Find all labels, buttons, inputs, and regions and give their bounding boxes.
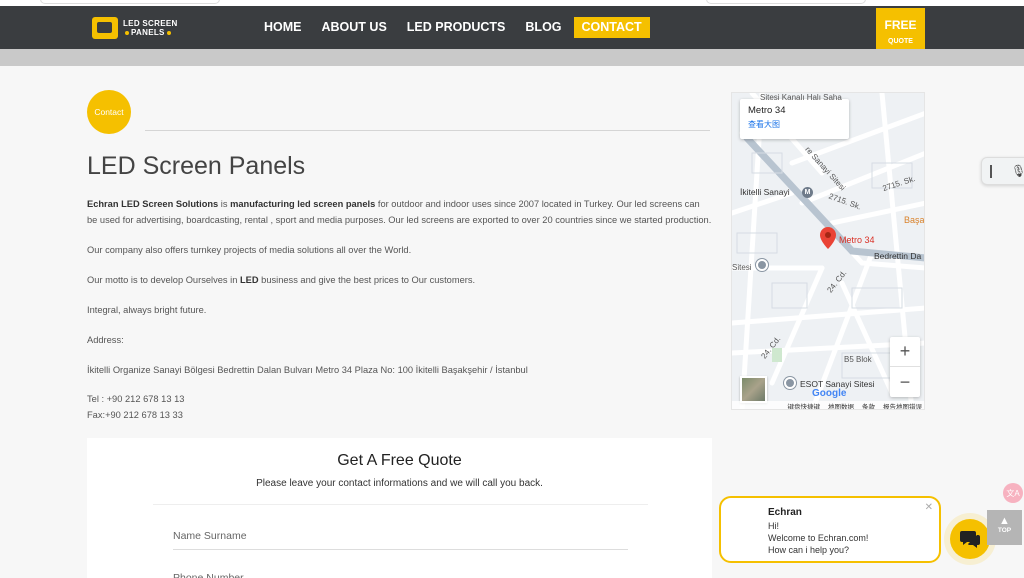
contact-badge: Contact [87, 90, 131, 134]
translate-icon[interactable]: 文A [1003, 483, 1023, 503]
chat-agent-name: Echran [768, 507, 802, 518]
map-footer: 键盘快捷键 地图数据 条款 报告地图错误 [732, 401, 924, 409]
header-divider [0, 49, 1024, 66]
nav-about-us[interactable]: ABOUT US [314, 17, 395, 38]
paragraph-turnkey: Our company also offers turnkey projects… [87, 245, 412, 255]
floating-search-widget[interactable]: 🎙 [981, 157, 1024, 185]
google-logo: Google [812, 388, 847, 399]
title-rule [145, 130, 710, 131]
chat-icon [960, 531, 980, 548]
place-marker-icon [784, 377, 796, 389]
site-logo[interactable]: LED SCREEN PANELS [92, 15, 178, 41]
nav-led-products[interactable]: LED PRODUCTS [399, 17, 514, 38]
paragraph-slogan: Integral, always bright future. [87, 305, 207, 315]
map-terms[interactable]: 条款 [862, 401, 875, 409]
intro-paragraph: Echran LED Screen Solutions is manufactu… [87, 199, 712, 225]
map-report-error[interactable]: 报告地图错误 [883, 401, 922, 409]
zoom-in-button[interactable]: + [890, 337, 920, 367]
navbar: LED SCREEN PANELS HOME ABOUT US LED PROD… [0, 6, 1024, 49]
name-surname-input[interactable] [173, 522, 628, 550]
text-cursor-icon [990, 165, 992, 178]
quote-form: Get A Free Quote Please leave your conta… [87, 438, 712, 578]
quote-title: Get A Free Quote [337, 452, 462, 469]
nav-contact[interactable]: CONTACT [573, 17, 650, 38]
zoom-out-button[interactable]: − [890, 367, 920, 397]
chat-open-button[interactable] [950, 519, 990, 559]
main-nav: HOME ABOUT US LED PRODUCTS BLOG CONTACT [256, 17, 654, 38]
address-pill [706, 0, 866, 4]
metro-station-icon: M [802, 187, 813, 198]
chevron-up-icon: ▲ [999, 515, 1010, 527]
address-text: İkitelli Organize Sanayi Bölgesi Bedrett… [87, 365, 528, 375]
logo-line1: LED SCREEN [123, 19, 178, 28]
nav-blog[interactable]: BLOG [517, 17, 569, 38]
nav-home[interactable]: HOME [256, 17, 310, 38]
place-marker-icon [756, 259, 768, 271]
location-pin-icon [820, 227, 836, 249]
fax-number: Fax:+90 212 678 13 33 [87, 410, 183, 420]
page-title: LED Screen Panels [87, 152, 306, 180]
map-keyboard-shortcuts[interactable]: 键盘快捷键 [788, 401, 821, 409]
satellite-toggle[interactable] [740, 376, 767, 403]
paragraph-motto: Our motto is to develop Ourselves in LED… [87, 275, 476, 285]
logo-line2: PANELS [131, 28, 165, 37]
address-label: Address: [87, 335, 124, 345]
phone-number-input[interactable] [173, 568, 628, 578]
quote-rule [153, 504, 648, 505]
map-place-card: Metro 34 查看大图 [740, 99, 849, 139]
free-quote-button[interactable]: FREE QUOTE [876, 8, 925, 54]
logo-mark-icon [92, 17, 118, 39]
phone-number: Tel : +90 212 678 13 13 [87, 394, 185, 404]
chat-greeting-bubble[interactable]: ✕ Echran Hi! Welcome to Echran.com! How … [719, 496, 941, 563]
address-pill [40, 0, 220, 4]
map-zoom-controls: + − [890, 337, 920, 397]
map-data[interactable]: 地图数据 [828, 401, 854, 409]
microphone-icon[interactable]: 🎙 [1011, 164, 1024, 178]
back-to-top-button[interactable]: ▲ TOP [987, 510, 1022, 545]
map-embed[interactable]: Metro 34 查看大图 Sitesi Kanalı Halı Saha re… [731, 92, 925, 410]
close-icon[interactable]: ✕ [925, 502, 933, 513]
view-larger-map-link[interactable]: 查看大图 [748, 119, 841, 130]
quote-subtitle: Please leave your contact informations a… [256, 478, 543, 489]
